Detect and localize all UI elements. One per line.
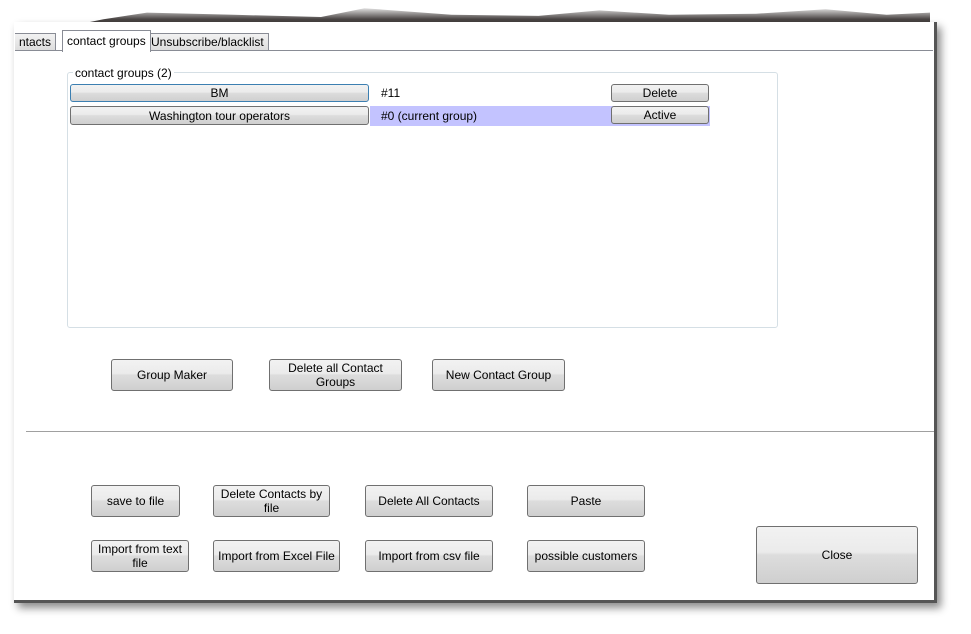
- contact-groups-title: contact groups (2): [73, 66, 174, 80]
- group-info: #11: [381, 86, 401, 100]
- save-to-file-button[interactable]: save to file: [91, 485, 180, 517]
- delete-all-contacts-button[interactable]: Delete All Contacts: [365, 485, 493, 517]
- close-button[interactable]: Close: [756, 526, 918, 584]
- tab-contact-groups[interactable]: contact groups: [62, 30, 151, 52]
- tab-unsubscribe-blacklist[interactable]: Unsubscribe/blacklist: [146, 33, 269, 51]
- tab-contacts[interactable]: ntacts: [15, 33, 57, 51]
- possible-customers-button[interactable]: possible customers: [527, 540, 645, 572]
- active-group-button[interactable]: Active: [611, 106, 709, 124]
- group-name-button[interactable]: BM: [70, 84, 369, 102]
- import-from-text-file-button[interactable]: Import from text file: [91, 540, 189, 572]
- group-maker-button[interactable]: Group Maker: [111, 359, 233, 391]
- separator: [26, 431, 934, 432]
- delete-all-contact-groups-button[interactable]: Delete all Contact Groups: [269, 359, 402, 391]
- paste-button[interactable]: Paste: [527, 485, 645, 517]
- group-info: #0 (current group): [381, 109, 478, 123]
- delete-contacts-by-file-button[interactable]: Delete Contacts by file: [213, 485, 330, 517]
- new-contact-group-button[interactable]: New Contact Group: [432, 359, 565, 391]
- group-name-button[interactable]: Washington tour operators: [70, 106, 369, 125]
- import-from-excel-file-button[interactable]: Import from Excel File: [213, 540, 340, 572]
- import-from-csv-file-button[interactable]: Import from csv file: [365, 540, 493, 572]
- delete-group-button[interactable]: Delete: [611, 84, 709, 102]
- tab-divider: [15, 50, 933, 51]
